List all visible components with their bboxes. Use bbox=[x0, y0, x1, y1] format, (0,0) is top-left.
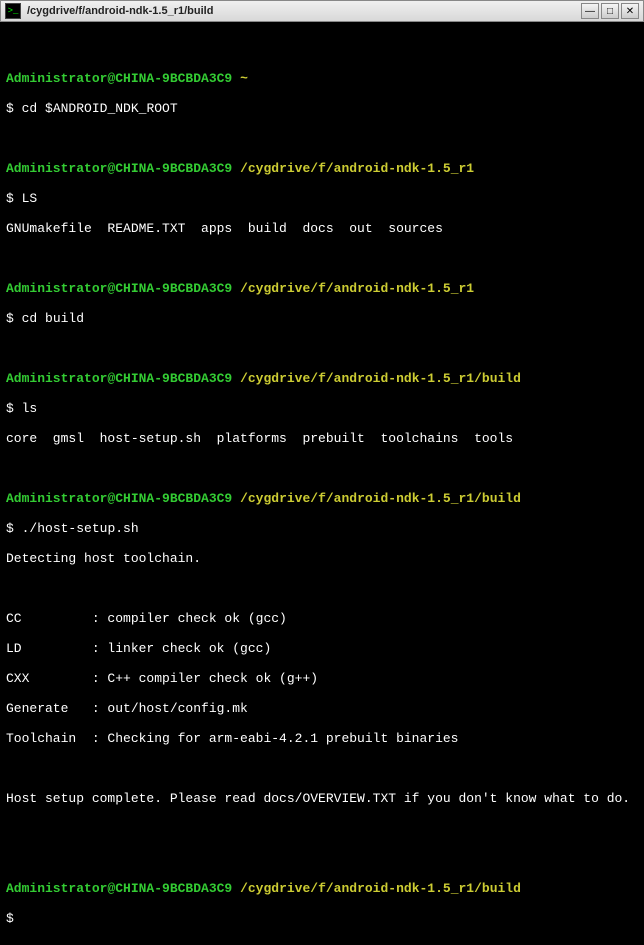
user-host: Administrator@CHINA-9BCBDA3C9 bbox=[6, 881, 232, 896]
user-host: Administrator@CHINA-9BCBDA3C9 bbox=[6, 491, 232, 506]
terminal-icon: >_ bbox=[5, 3, 21, 19]
ls-output-build: core gmsl host-setup.sh platforms prebui… bbox=[6, 431, 638, 446]
maximize-button[interactable]: □ bbox=[601, 3, 619, 19]
ls-output-root: GNUmakefile README.TXT apps build docs o… bbox=[6, 221, 638, 236]
user-host: Administrator@CHINA-9BCBDA3C9 bbox=[6, 281, 232, 296]
prompt-char: $ bbox=[6, 521, 14, 536]
prompt-char: $ bbox=[6, 101, 14, 116]
user-host: Administrator@CHINA-9BCBDA3C9 bbox=[6, 71, 232, 86]
prompt-char: $ bbox=[6, 311, 14, 326]
prompt-char: $ bbox=[6, 401, 14, 416]
command-cd-build: cd build bbox=[22, 311, 84, 326]
cwd-root: /cygdrive/f/android-ndk-1.5_r1 bbox=[240, 161, 474, 176]
host-setup-toolchain: Toolchain : Checking for arm-eabi-4.2.1 … bbox=[6, 731, 638, 746]
minimize-button[interactable]: — bbox=[581, 3, 599, 19]
host-setup-complete: Host setup complete. Please read docs/OV… bbox=[6, 791, 638, 806]
close-button[interactable]: ✕ bbox=[621, 3, 639, 19]
terminal-body[interactable]: Administrator@CHINA-9BCBDA3C9 ~ $ cd $AN… bbox=[0, 22, 644, 945]
host-setup-detecting: Detecting host toolchain. bbox=[6, 551, 638, 566]
user-host: Administrator@CHINA-9BCBDA3C9 bbox=[6, 371, 232, 386]
host-setup-cxx: CXX : C++ compiler check ok (g++) bbox=[6, 671, 638, 686]
command-host-setup: ./host-setup.sh bbox=[22, 521, 139, 536]
host-setup-ld: LD : linker check ok (gcc) bbox=[6, 641, 638, 656]
command-ls: ls bbox=[22, 401, 38, 416]
cwd-build: /cygdrive/f/android-ndk-1.5_r1/build bbox=[240, 371, 521, 386]
command-cd-root: cd $ANDROID_NDK_ROOT bbox=[22, 101, 178, 116]
cwd-build: /cygdrive/f/android-ndk-1.5_r1/build bbox=[240, 491, 521, 506]
host-setup-cc: CC : compiler check ok (gcc) bbox=[6, 611, 638, 626]
cwd-build: /cygdrive/f/android-ndk-1.5_r1/build bbox=[240, 881, 521, 896]
cwd-home: ~ bbox=[240, 71, 248, 86]
titlebar: >_ /cygdrive/f/android-ndk-1.5_r1/build … bbox=[0, 0, 644, 22]
cwd-root: /cygdrive/f/android-ndk-1.5_r1 bbox=[240, 281, 474, 296]
host-setup-generate: Generate : out/host/config.mk bbox=[6, 701, 638, 716]
window-title: /cygdrive/f/android-ndk-1.5_r1/build bbox=[27, 5, 581, 17]
prompt-char: $ bbox=[6, 191, 14, 206]
command-ls-upper: LS bbox=[22, 191, 38, 206]
user-host: Administrator@CHINA-9BCBDA3C9 bbox=[6, 161, 232, 176]
window-controls: — □ ✕ bbox=[581, 3, 639, 19]
prompt-char: $ bbox=[6, 911, 14, 926]
